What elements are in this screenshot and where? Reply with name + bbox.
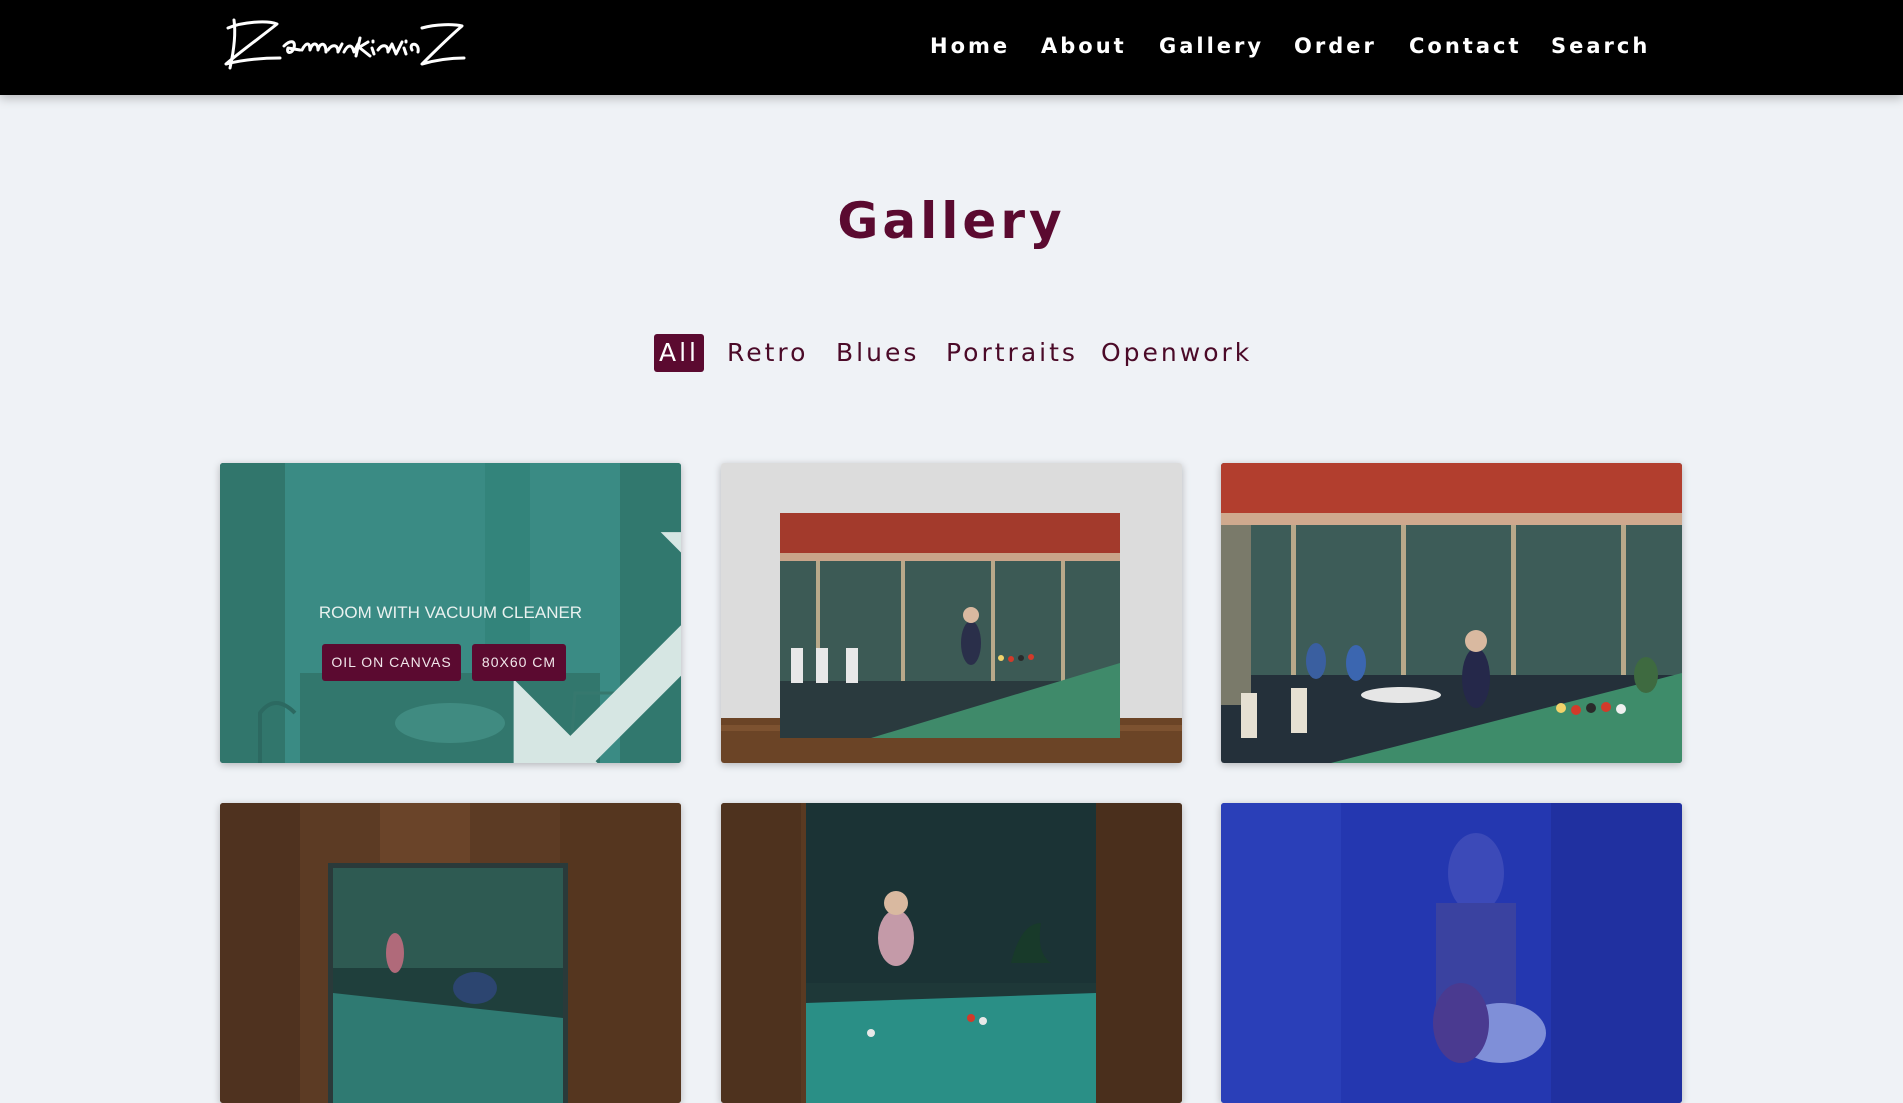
gallery-item-blue-portrait[interactable] (1221, 803, 1682, 1103)
nav-home[interactable]: Home (930, 31, 1010, 61)
artwork-medium-badge: OIL ON CANVAS (322, 644, 461, 681)
nav-order[interactable]: Order (1294, 31, 1377, 61)
painting-image (721, 463, 1182, 763)
gallery-filters: All Retro Blues Portraits Openwork (0, 334, 1903, 374)
painting-image (721, 803, 1182, 1103)
gallery-item-billiards-framed[interactable] (721, 463, 1182, 763)
gallery-item-woman-at-billiards[interactable] (721, 803, 1182, 1103)
artwork-size-badge: 80X60 CM (472, 644, 566, 681)
filter-blues[interactable]: Blues (836, 334, 919, 372)
site-header: Home About Gallery Order Contact Search (0, 0, 1903, 95)
painting-image (1221, 463, 1682, 763)
artwork-title: ROOM WITH VACUUM CLEANER (318, 603, 583, 622)
page-title: Gallery (837, 192, 1066, 250)
nav-about[interactable]: About (1041, 31, 1127, 61)
gallery-item-billiards-closeup[interactable] (1221, 463, 1682, 763)
filter-portraits[interactable]: Portraits (946, 334, 1078, 372)
painting-image (220, 803, 681, 1103)
nav-contact[interactable]: Contact (1409, 31, 1522, 61)
nav-gallery[interactable]: Gallery (1159, 31, 1264, 61)
main-nav: Home About Gallery Order Contact Search (0, 31, 1903, 61)
filter-all[interactable]: All (654, 334, 704, 372)
nav-search[interactable]: Search (1551, 31, 1650, 61)
gallery-item-billiards-on-wood[interactable] (220, 803, 681, 1103)
filter-retro[interactable]: Retro (727, 334, 808, 372)
gallery-item-room-with-vacuum-cleaner[interactable]: ROOM WITH VACUUM CLEANER OIL ON CANVAS 8… (220, 463, 681, 763)
painting-image (1221, 803, 1682, 1103)
filter-openwork[interactable]: Openwork (1101, 334, 1252, 372)
